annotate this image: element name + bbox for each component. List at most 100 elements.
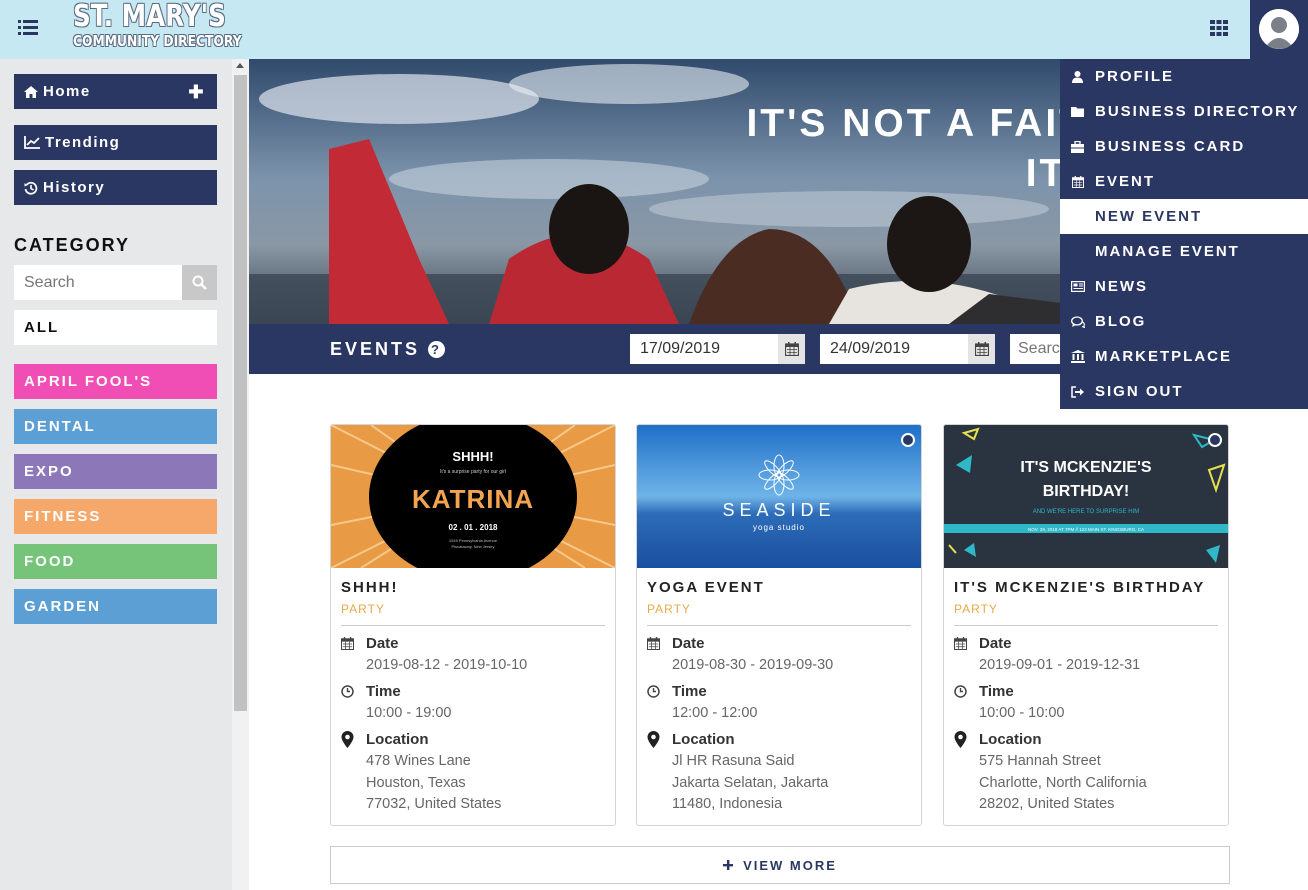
time-label: Time <box>954 683 1014 700</box>
sidebar-scrollbar[interactable] <box>232 59 249 890</box>
event-title: SHHH! <box>341 579 399 596</box>
menu-list-icon[interactable] <box>18 18 40 38</box>
address-line-2: Houston, Texas <box>366 774 466 791</box>
menu-item-sign-out[interactable]: SIGN OUT <box>1060 374 1308 409</box>
event-date: 2019-08-30 - 2019-09-30 <box>672 657 834 673</box>
scrollbar-thumb[interactable] <box>234 75 247 711</box>
scroll-up-arrow-icon[interactable] <box>236 63 244 68</box>
image-line1-text: IT'S MCKENZIE'S <box>1020 459 1152 476</box>
clock-icon <box>647 685 660 698</box>
menu-item-manage-event[interactable]: MANAGE EVENT <box>1060 234 1308 269</box>
menu-item-label: SIGN OUT <box>1095 383 1184 400</box>
search-button[interactable] <box>182 265 217 300</box>
date-from-field[interactable]: 17/09/2019 <box>630 334 805 364</box>
event-time: 10:00 - 10:00 <box>979 705 1065 721</box>
date-label-text: Date <box>672 635 705 652</box>
briefcase-icon <box>1071 140 1084 153</box>
logo-title: ST. MARY'S <box>73 0 226 34</box>
category-search-input[interactable] <box>14 265 182 300</box>
menu-item-profile[interactable]: PROFILE <box>1060 59 1308 94</box>
sidebar-item-trending[interactable]: Trending <box>14 125 217 160</box>
menu-item-new-event[interactable]: NEW EVENT <box>1060 199 1308 234</box>
sidebar-item-label: History <box>43 179 106 196</box>
menu-item-event[interactable]: EVENT <box>1060 164 1308 199</box>
select-radio[interactable] <box>1208 433 1222 447</box>
events-title: EVENTS ? <box>330 339 446 360</box>
location-label: Location <box>341 731 429 748</box>
date-label: Date <box>647 635 705 652</box>
sidebar: Home ✚ Trending History CATEGORY ALL APR… <box>0 59 249 890</box>
calendar-icon <box>341 637 354 650</box>
address-line-1: 478 Wines Lane <box>366 753 471 769</box>
category-garden[interactable]: GARDEN <box>14 589 217 624</box>
menu-item-label: NEWS <box>1095 278 1148 295</box>
event-card[interactable]: IT'S MCKENZIE'S BIRTHDAY! AND WE'RE HERE… <box>943 424 1229 826</box>
event-image: IT'S MCKENZIE'S BIRTHDAY! AND WE'RE HERE… <box>944 425 1228 568</box>
menu-item-blog[interactable]: BLOG <box>1060 304 1308 339</box>
date-to-value: 24/09/2019 <box>830 340 911 357</box>
category-dental[interactable]: DENTAL <box>14 409 217 444</box>
location-label: Location <box>954 731 1042 748</box>
calendar-icon[interactable] <box>778 334 805 364</box>
event-card[interactable]: SHHH! It's a surprise party for our girl… <box>330 424 616 826</box>
address-line-3: 28202, United States <box>979 796 1115 812</box>
event-date: 2019-08-12 - 2019-10-10 <box>366 657 528 673</box>
menu-item-label: MARKETPLACE <box>1095 348 1232 365</box>
chart-line-icon <box>24 136 40 149</box>
select-radio[interactable] <box>901 433 915 447</box>
category-expo[interactable]: EXPO <box>14 454 217 489</box>
location-label-text: Location <box>979 731 1042 748</box>
event-card[interactable]: SEASIDE yoga studio YOGA EVENT PARTY Dat… <box>636 424 922 826</box>
apps-grid-icon[interactable] <box>1210 20 1230 38</box>
svg-text:?: ? <box>431 342 442 357</box>
event-address: 478 Wines Lane Houston, Texas 77032, Uni… <box>366 751 501 816</box>
divider <box>647 625 911 626</box>
image-date-text: 02 . 01 . 2018 <box>449 523 498 532</box>
image-top-text: SHHH! <box>452 449 493 464</box>
history-icon <box>24 181 38 195</box>
event-title: YOGA EVENT <box>647 579 765 596</box>
image-line2-text: BIRTHDAY! <box>1043 483 1130 500</box>
image-sub-text: AND WE'RE HERE TO SURPRISE HIM <box>1033 509 1140 515</box>
category-food[interactable]: FOOD <box>14 544 217 579</box>
calendar-icon <box>647 637 660 650</box>
sidebar-item-home[interactable]: Home ✚ <box>14 74 217 109</box>
image-big-text: SEASIDE <box>722 500 835 520</box>
date-from-value: 17/09/2019 <box>640 340 721 357</box>
menu-item-business-card[interactable]: BUSINESS CARD <box>1060 129 1308 164</box>
category-april-fools[interactable]: APRIL FOOL'S <box>14 364 217 399</box>
newspaper-icon <box>1070 281 1085 292</box>
site-logo[interactable]: ST. MARY'S COMMUNITY DIRECTORY <box>73 0 242 56</box>
category-all[interactable]: ALL <box>14 310 217 345</box>
date-label-text: Date <box>366 635 399 652</box>
view-more-button[interactable]: VIEW MORE <box>330 846 1230 884</box>
avatar <box>1259 9 1299 49</box>
time-label: Time <box>341 683 401 700</box>
date-label: Date <box>341 635 399 652</box>
sidebar-item-history[interactable]: History <box>14 170 217 205</box>
map-marker-icon <box>954 731 967 748</box>
logo-subtitle: COMMUNITY DIRECTORY <box>73 32 242 50</box>
time-label-text: Time <box>672 683 707 700</box>
menu-item-news[interactable]: NEWS <box>1060 269 1308 304</box>
calendar-icon[interactable] <box>968 334 995 364</box>
menu-item-label: MANAGE EVENT <box>1095 243 1240 260</box>
menu-item-marketplace[interactable]: MARKETPLACE <box>1060 339 1308 374</box>
event-address: 575 Hannah Street Charlotte, North Calif… <box>979 751 1147 816</box>
menu-item-business-directory[interactable]: BUSINESS DIRECTORY <box>1060 94 1308 129</box>
event-time: 10:00 - 19:00 <box>366 705 452 721</box>
category-fitness[interactable]: FITNESS <box>14 499 217 534</box>
address-line-1: Jl HR Rasuna Said <box>672 753 795 769</box>
address-line-2: Jakarta Selatan, Jakarta <box>672 774 829 791</box>
date-to-field[interactable]: 24/09/2019 <box>820 334 995 364</box>
time-label-text: Time <box>979 683 1014 700</box>
user-dropdown-menu: PROFILE BUSINESS DIRECTORY BUSINESS CARD… <box>1060 59 1308 409</box>
sign-out-icon <box>1070 385 1084 398</box>
map-marker-icon <box>341 731 354 748</box>
plus-icon[interactable]: ✚ <box>188 82 205 103</box>
top-bar: ST. MARY'S COMMUNITY DIRECTORY <box>0 0 1250 59</box>
image-addr2-text: Piscataway, New Jersey <box>451 544 494 549</box>
user-menu-button[interactable] <box>1250 0 1308 59</box>
menu-item-label: BLOG <box>1095 313 1147 330</box>
help-icon[interactable]: ? <box>428 341 446 358</box>
